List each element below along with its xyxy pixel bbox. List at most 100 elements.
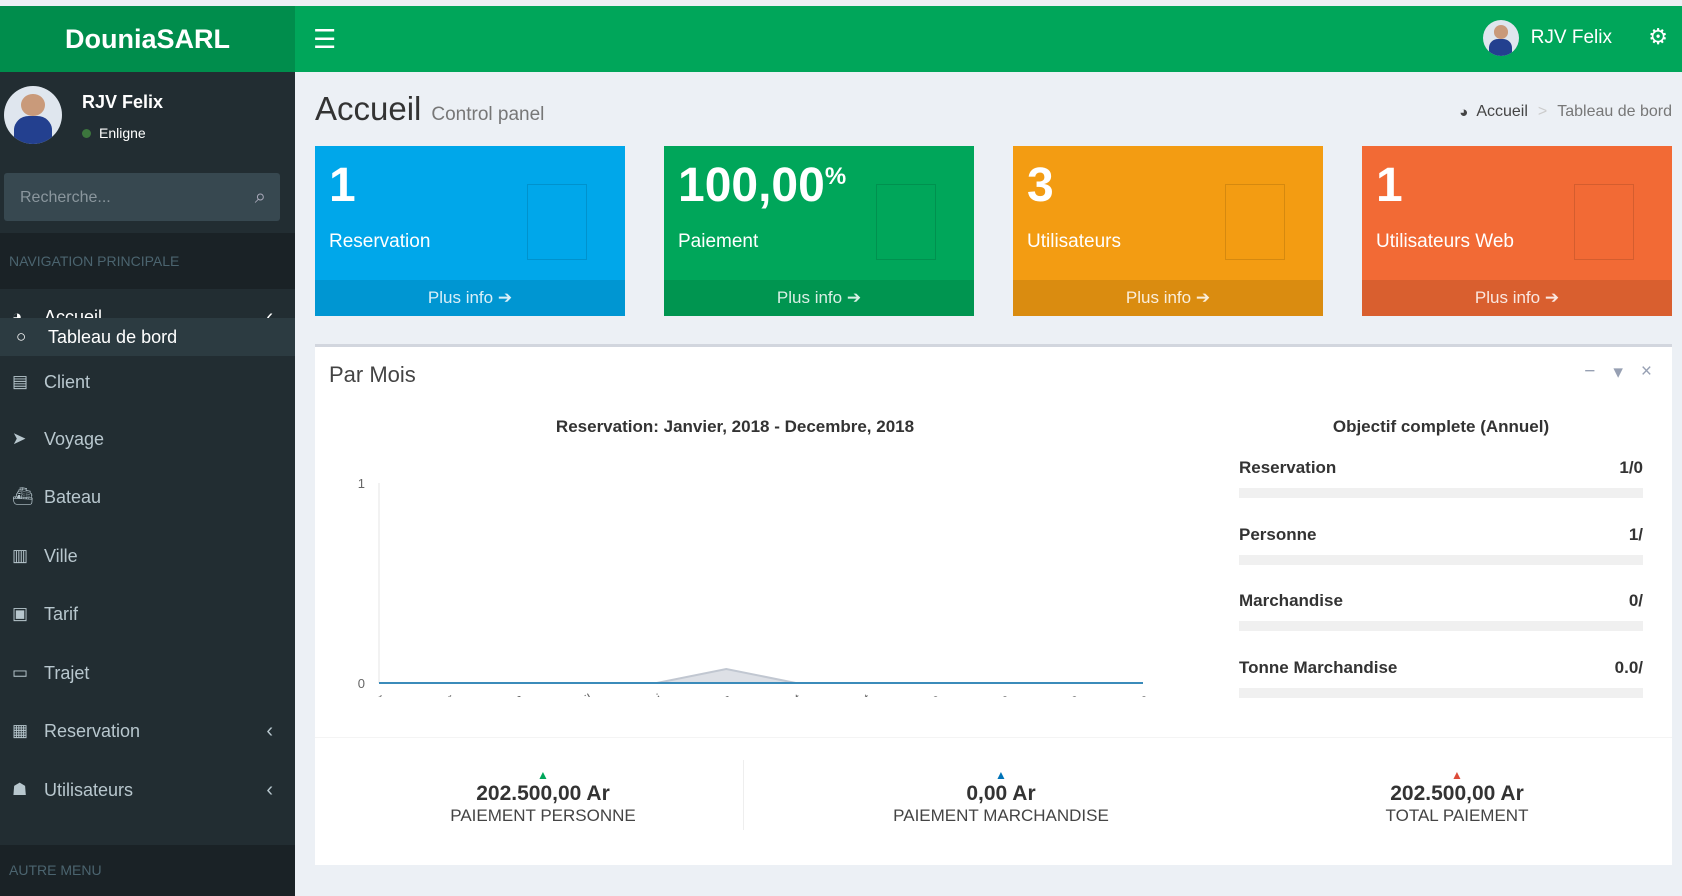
total-amount: 202.500,00 Ar [476,782,610,805]
nav-header-main: NAVIGATION PRINCIPALE [0,233,295,289]
more-info-label: Plus info [1474,288,1541,307]
y-tick-label: 0 [358,676,365,691]
sidebar: RJV Felix Enligne ⌕ NAVIGATION PRINCIPAL… [0,72,295,896]
page-title: Accueil [315,90,422,127]
sidebar-item-tarif[interactable]: ▣ Tarif [0,588,295,640]
book-icon: ▦ [12,721,29,740]
user-panel: RJV Felix Enligne [0,72,295,172]
sidebar-item-utilisateurs[interactable]: ☗ Utilisateurs ‹ [0,764,295,816]
sidebar-item-label: Bateau [44,486,102,507]
total-label: TOTAL PAIEMENT [1385,806,1529,825]
avatar [4,86,62,144]
sidebar-item-reservation[interactable]: ▦ Reservation ‹ [0,705,295,757]
sidebar-item-voyage[interactable]: ➤ Voyage [0,413,295,465]
file-icon: ▤ [12,372,29,391]
x-tick-label: Decembre [1091,691,1150,697]
arrow-circle-right-icon: ➔ [1195,288,1211,307]
total-label: PAIEMENT MARCHANDISE [893,806,1109,825]
stat-box-paiement: 100,00% Paiement Plus info ➔ [664,146,974,316]
sidebar-item-label: Reservation [44,720,141,741]
close-icon[interactable]: × [1641,361,1652,384]
x-tick-label: Aout [842,690,873,697]
x-tick-label: Juillet [767,690,804,697]
x-tick-label: Fevrier [413,690,456,697]
goal-label: Tonne Marchandise [1239,658,1398,677]
circle-icon: ○ [16,327,27,346]
sidebar-item-label: Trajet [44,662,90,683]
menu-toggle-icon[interactable]: ☰ [313,26,336,52]
sidebar-item-ville[interactable]: ▥ Ville [0,530,295,582]
total-block-marchandise: ▲ 0,00 Ar PAIEMENT MARCHANDISE [773,768,1229,826]
sidebar-item-tableau-de-bord[interactable]: ○ Tableau de bord [0,318,295,356]
sidebar-item-client[interactable]: ▤ Client [0,356,295,408]
breadcrumb-current: Tableau de bord [1557,103,1672,120]
brand-name: DouniaSARL [65,23,230,54]
stat-box-reservation: 1 Reservation Plus info ➔ [315,146,625,316]
settings-gear-icon[interactable]: ⚙ [1648,26,1668,48]
sidebar-item-label: Tableau de bord [48,326,178,347]
stat-ghost-icon [1574,184,1634,260]
online-status-label: Enligne [99,125,146,141]
dashboard-icon: ◕ [1459,103,1469,121]
x-tick-label: Novembre [1022,691,1081,697]
user-panel-name: RJV Felix [82,92,164,112]
stat-label: Utilisateurs Web [1376,231,1514,252]
total-amount: 202.500,00 Ar [1390,782,1524,805]
y-tick-label: 1 [358,476,365,491]
series-area [379,667,1143,684]
stat-label: Paiement [678,231,759,252]
progress-bar [1239,488,1643,498]
nav-header-other: AUTRE MENU [0,845,295,896]
reservation-chart: 0 1 Janvier Fevrier Mars Avril Mai Juin Juillet A… [343,476,1151,697]
search-input[interactable] [4,173,242,223]
brand-logo[interactable]: DouniaSARL [0,6,295,72]
total-block-total: ▲ 202.500,00 Ar TOTAL PAIEMENT [1229,768,1682,826]
x-tick-label: Janvier [343,690,387,697]
x-tick-label: Mai [639,691,665,697]
box-title: Par Mois [329,362,416,387]
stat-ghost-icon [876,184,936,260]
arrow-circle-right-icon: ➔ [846,288,862,307]
more-info-link[interactable]: Plus info ➔ [1362,280,1672,316]
stat-label: Utilisateurs [1027,231,1121,252]
goal-label: Reservation [1239,458,1337,477]
minimize-icon[interactable]: − [1584,361,1595,384]
more-info-label: Plus info [1125,288,1192,307]
total-amount: 0,00 Ar [966,782,1036,805]
progress-bar [1239,688,1643,698]
x-tick-label: Mars [493,690,526,697]
chevron-left-icon: ‹ [266,719,273,742]
more-info-label: Plus info [776,288,843,307]
more-info-link[interactable]: Plus info ➔ [315,280,625,316]
stat-value: 1 [1376,159,1403,212]
goal-label: Personne [1239,525,1317,544]
sidebar-item-trajet[interactable]: ▭ Trajet [0,647,295,699]
x-tick-label: Octobre [964,691,1012,697]
breadcrumb-separator: > [1537,103,1548,120]
total-block-personne: ▲ 202.500,00 Ar PAIEMENT PERSONNE [315,768,771,826]
caret-up-icon: ▲ [995,768,1007,782]
more-info-link[interactable]: Plus info ➔ [1013,280,1323,316]
user-menu[interactable]: RJV Felix [1482,20,1612,56]
stat-value: 100,00% [678,158,846,213]
sidebar-item-label: Tarif [44,603,79,624]
ship-icon: ⛴ [12,487,34,506]
search-icon[interactable]: ⌕ [255,186,266,209]
x-tick-label: Septembre [880,691,943,697]
stat-value-number: 100,00 [678,159,825,212]
stat-box-utilisateurs: 3 Utilisateurs Plus info ➔ [1013,146,1323,316]
more-info-link[interactable]: Plus info ➔ [664,280,974,316]
wrench-icon[interactable]: ▾ [1613,361,1623,384]
x-tick-label: Avril [566,691,595,697]
plane-icon: ➤ [12,429,27,448]
stat-value-suffix: % [824,163,847,190]
progress-bar [1239,555,1643,565]
users-icon: ☗ [12,780,28,799]
total-label: PAIEMENT PERSONNE [450,806,636,825]
goal-value: 1/ [1628,525,1643,544]
sidebar-item-label: Utilisateurs [44,779,134,800]
sidebar-item-bateau[interactable]: ⛴ Bateau [0,471,295,523]
breadcrumb-home[interactable]: Accueil [1476,103,1528,121]
money-icon: ▣ [12,604,29,623]
stat-box-utilisateurs-web: 1 Utilisateurs Web Plus info ➔ [1362,146,1672,316]
